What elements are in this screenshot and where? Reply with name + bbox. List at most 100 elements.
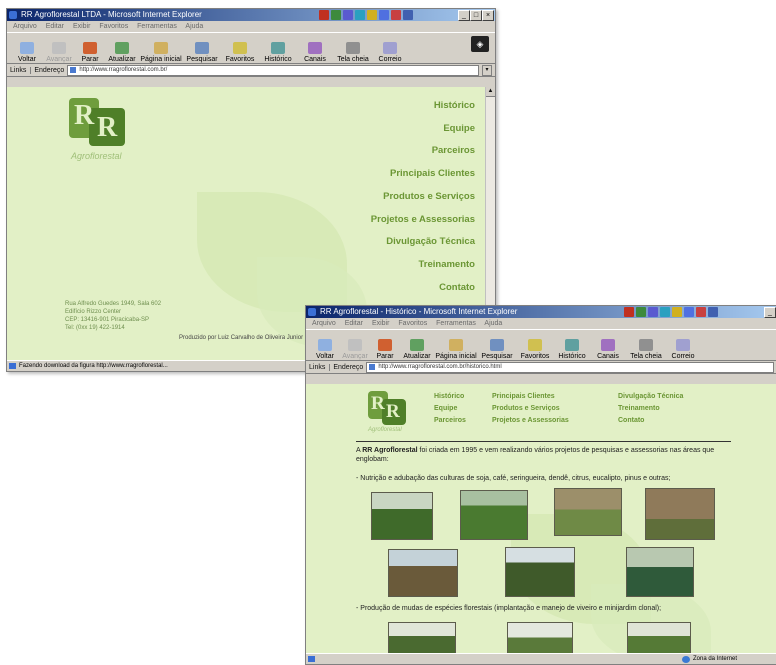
nav-contato[interactable]: Contato [371,277,475,300]
mail-button[interactable]: Correio [373,35,407,63]
nav-historico[interactable]: Histórico [434,392,492,402]
photo-eucalyptus-stand [388,549,458,597]
history-button[interactable]: Histórico [554,332,590,360]
menu-ferramentas[interactable]: Ferramentas [137,23,177,30]
toolbar: Voltar Avançar Parar Atualizar Página in… [7,32,495,64]
address-bar: Links Endereço http://www.rragrofloresta… [306,361,776,374]
taskbar-tray-icons [319,10,413,20]
home-button[interactable]: Página inicial [434,332,478,360]
menu-ajuda[interactable]: Ajuda [484,320,502,327]
fullscreen-icon [346,42,360,54]
refresh-icon [115,42,129,54]
minimize-button[interactable]: _ [458,10,470,21]
nav-produtos-servicos[interactable]: Produtos e Serviços [492,404,618,414]
forward-button[interactable]: Avançar [43,35,75,63]
nav-principais-clientes[interactable]: Principais Clientes [371,163,475,186]
page-icon [70,67,77,73]
intro-paragraph: A RR Agroflorestal foi criada em 1995 e … [356,447,715,463]
favorites-button[interactable]: Favoritos [221,35,259,63]
stop-button[interactable]: Parar [370,332,400,360]
menu-favoritos[interactable]: Favoritos [398,320,427,327]
address-dropdown-button[interactable]: ▾ [482,64,492,76]
channels-button[interactable]: Canais [590,332,626,360]
nav-treinamento[interactable]: Treinamento [371,254,476,277]
mail-icon [383,42,397,54]
search-button[interactable]: Pesquisar [478,332,516,360]
address-bar: Links Endereço http://www.rragrofloresta… [7,64,495,77]
menu-ajuda[interactable]: Ajuda [185,23,203,30]
nav-projetos-assessorias[interactable]: Projetos e Assessorias [371,209,475,232]
history-icon [271,42,285,54]
minimize-button[interactable]: _ [764,307,776,318]
menu-bar: Arquivo Editar Exibir Favoritos Ferramen… [7,21,495,32]
address-input[interactable]: http://www.rragroflorestal.com.br/ [67,64,479,76]
nav-divulgacao-tecnica[interactable]: Divulgação Técnica [618,392,738,402]
mail-button[interactable]: Correio [666,332,700,360]
toolbar: Voltar Avançar Parar Atualizar Página in… [306,329,776,361]
address-input[interactable]: http://www.rragroflorestal.com.br/histor… [366,361,774,373]
nav-treinamento[interactable]: Treinamento [618,404,738,414]
nav-parceiros[interactable]: Parceiros [371,140,475,163]
history-button[interactable]: Histórico [259,35,297,63]
close-button[interactable]: × [482,10,494,21]
fullscreen-button[interactable]: Tela cheia [333,35,373,63]
back-arrow-icon [318,339,332,351]
nav-projetos-assessorias[interactable]: Projetos e Assessorias [492,416,618,426]
nav-equipe[interactable]: Equipe [434,404,492,414]
menu-exibir[interactable]: Exibir [73,23,91,30]
taskbar-tray-icons [624,307,718,317]
menu-editar[interactable]: Editar [345,320,363,327]
forward-button[interactable]: Avançar [340,332,370,360]
bullet-nutricao: - Nutrição e adubação das culturas de so… [356,475,671,482]
channels-button[interactable]: Canais [297,35,333,63]
menu-arquivo[interactable]: Arquivo [312,320,336,327]
nav-contato[interactable]: Contato [618,416,738,426]
status-page-icon [9,363,16,369]
address-url: http://www.rragroflorestal.com.br/histor… [378,364,502,370]
refresh-button[interactable]: Atualizar [400,332,434,360]
company-address: Rua Alfredo Guedes 1949, Sala 602 Edifíc… [65,301,162,331]
photo-tree-rows [505,547,575,597]
menu-editar[interactable]: Editar [46,23,64,30]
nav-divulgacao-tecnica[interactable]: Divulgação Técnica [371,231,475,254]
channels-icon [308,42,322,54]
channels-icon [601,339,615,351]
windows-logo-icon: ◈ [471,36,489,52]
photo-palm-trees [460,490,528,540]
scroll-up-button[interactable]: ▲ [486,87,495,97]
search-icon [195,42,209,54]
photo-coffee-plantation [371,492,433,540]
nav-produtos-servicos[interactable]: Produtos e Serviços [371,186,475,209]
nav-equipe[interactable]: Equipe [371,118,475,141]
internet-zone-icon [682,655,690,663]
favorites-icon [528,339,542,351]
stop-button[interactable]: Parar [75,35,105,63]
home-button[interactable]: Página inicial [139,35,183,63]
menu-favoritos[interactable]: Favoritos [99,23,128,30]
refresh-button[interactable]: Atualizar [105,35,139,63]
nav-parceiros[interactable]: Parceiros [434,416,492,426]
brand-name: RR Agroflorestal [362,447,418,454]
menu-exibir[interactable]: Exibir [372,320,390,327]
forward-arrow-icon [52,42,66,54]
photo-greenhouse-3 [627,622,691,654]
photo-young-trees [554,488,622,536]
search-icon [490,339,504,351]
links-button[interactable]: Links [10,66,32,74]
menu-arquivo[interactable]: Arquivo [13,23,37,30]
menu-ferramentas[interactable]: Ferramentas [436,320,476,327]
maximize-button[interactable]: □ [470,10,482,21]
bullet-mudas: - Produção de mudas de espécies floresta… [356,605,662,612]
search-button[interactable]: Pesquisar [183,35,221,63]
favorites-button[interactable]: Favoritos [516,332,554,360]
fullscreen-button[interactable]: Tela cheia [626,332,666,360]
links-button[interactable]: Links [309,363,331,371]
window-title: RR Agroflorestal LTDA - Microsoft Intern… [21,10,202,19]
page-content: R R Agroflorestal Histórico Principais C… [306,384,776,654]
nav-historico[interactable]: Histórico [371,95,475,118]
back-button[interactable]: Voltar [11,35,43,63]
nav-principais-clientes[interactable]: Principais Clientes [492,392,618,402]
back-button[interactable]: Voltar [310,332,340,360]
photo-seedling-nursery [626,547,694,597]
title-bar: RR Agroflorestal LTDA - Microsoft Intern… [7,9,495,21]
